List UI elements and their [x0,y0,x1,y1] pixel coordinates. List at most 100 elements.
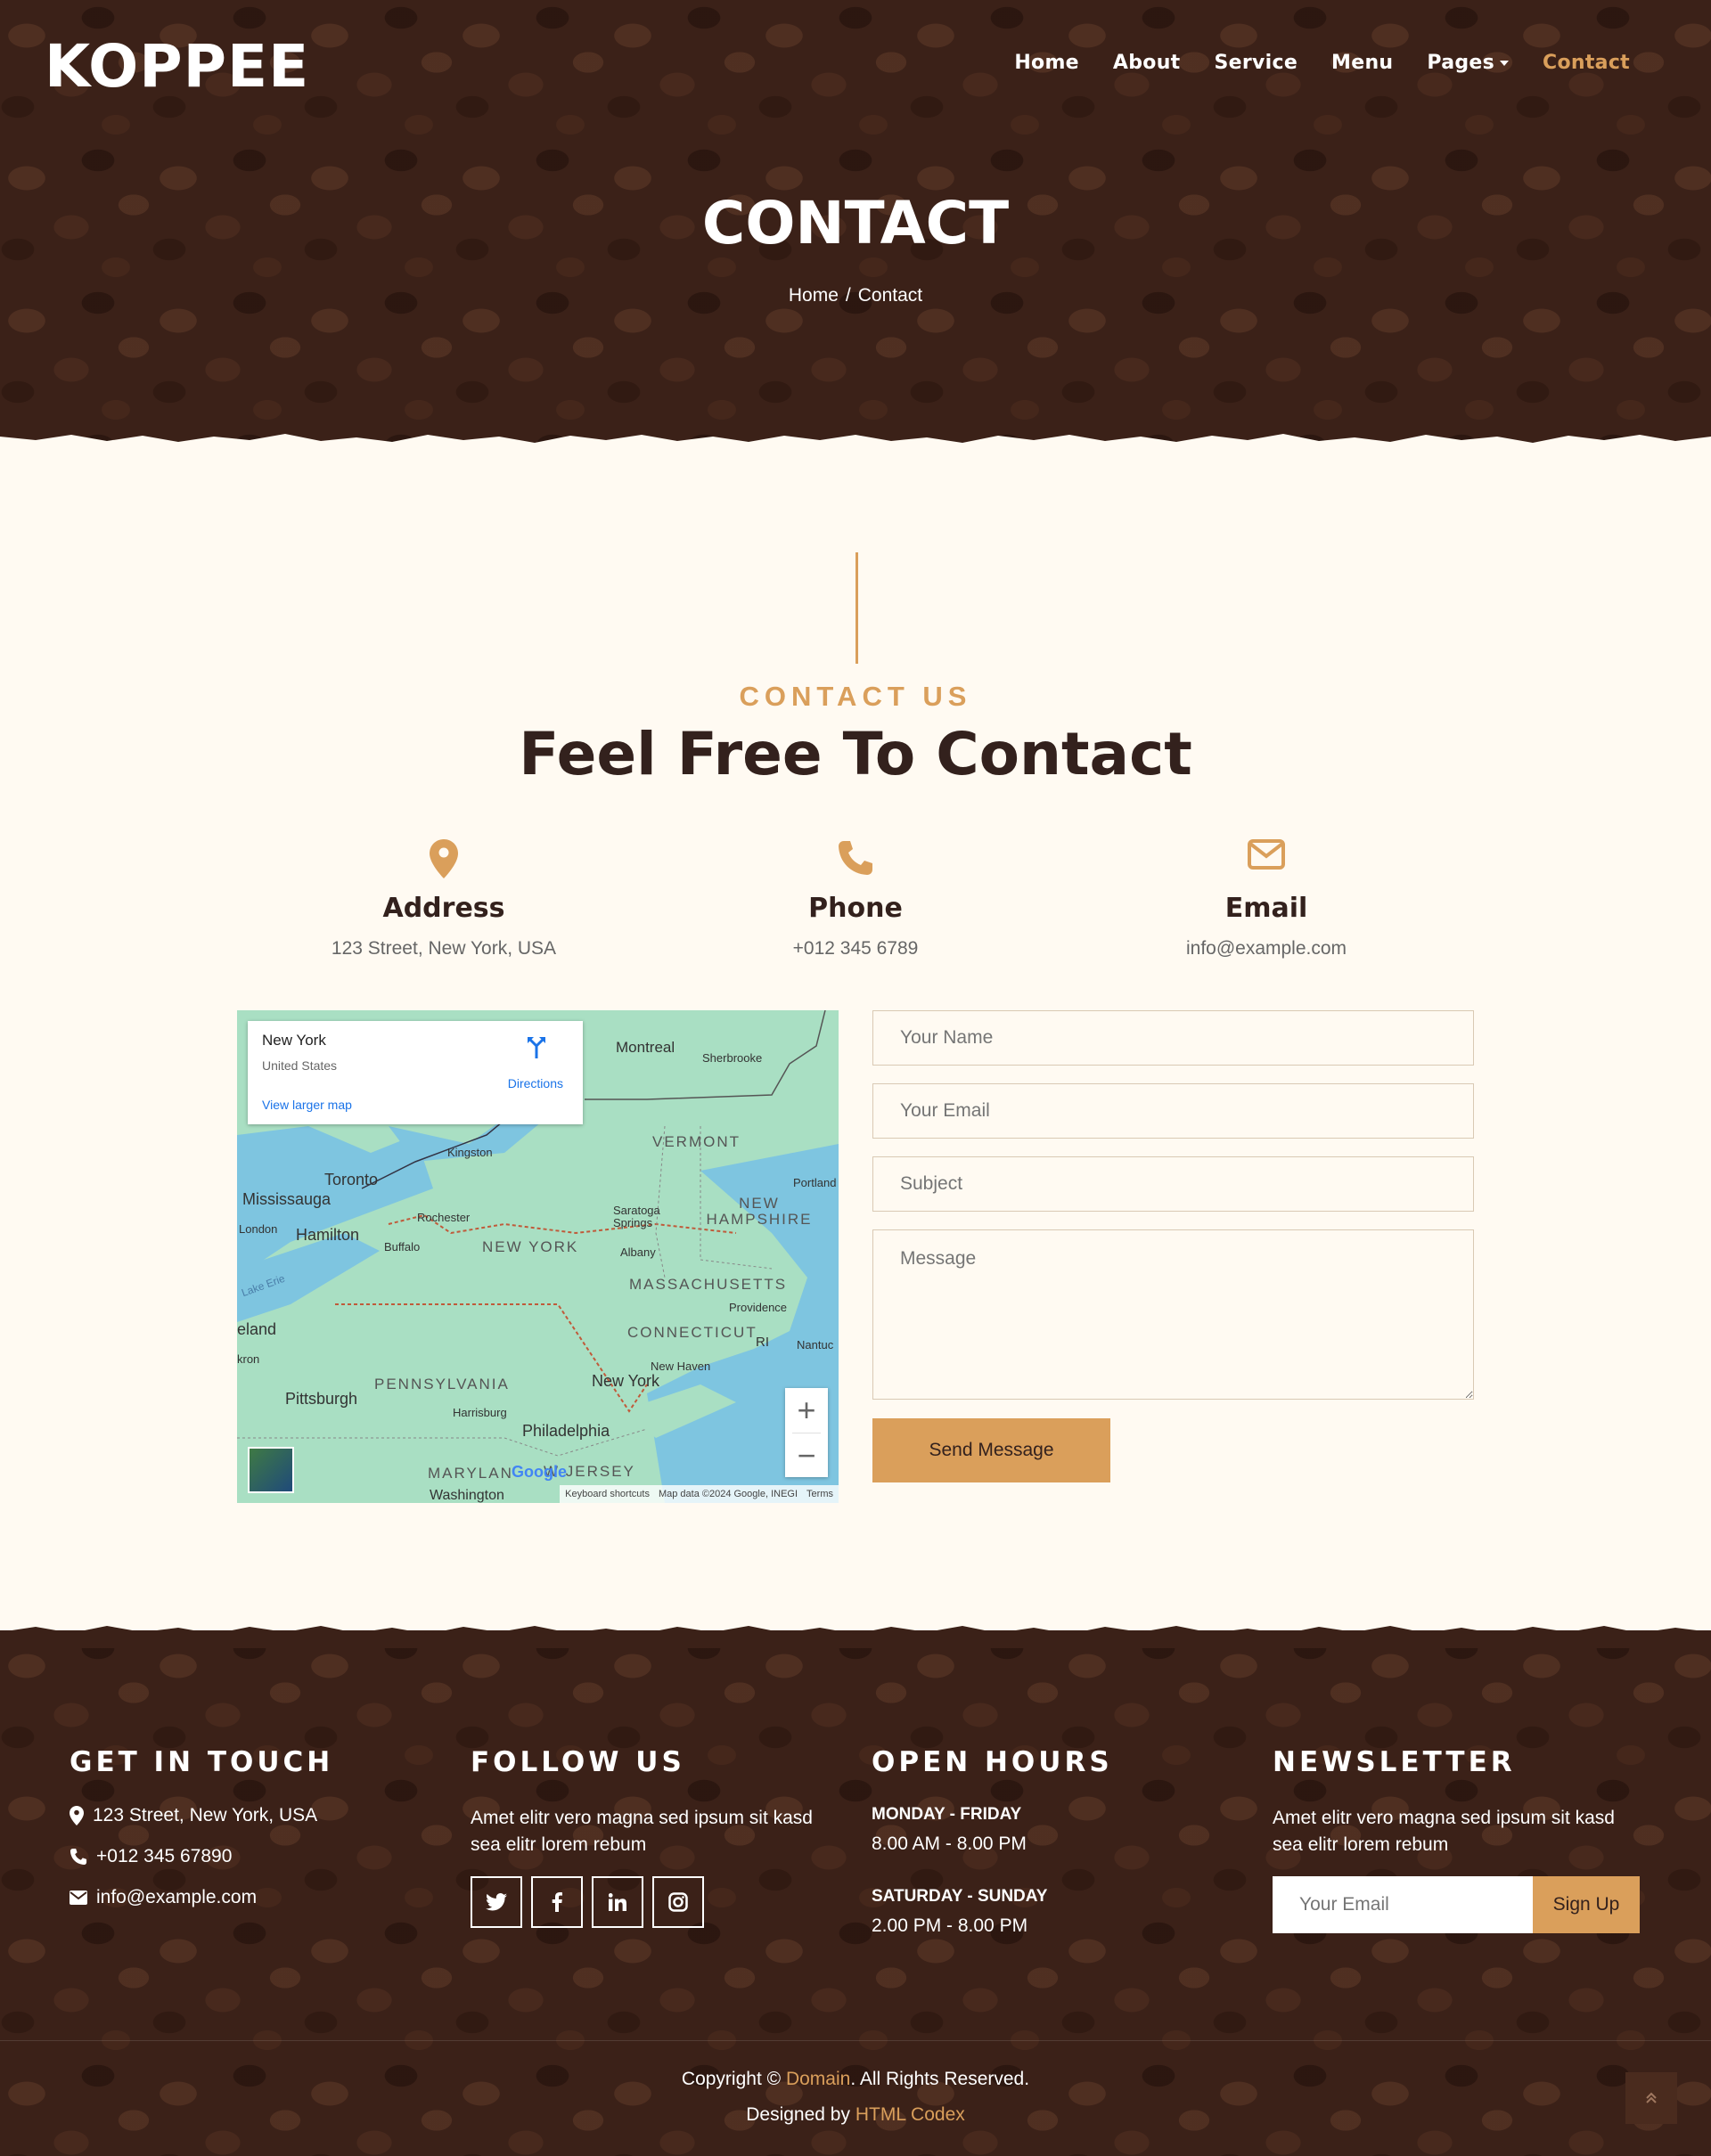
map-label-vermont: VERMONT [652,1133,741,1150]
map-label-harrisburg: Harrisburg [453,1406,507,1419]
email-field[interactable] [872,1083,1474,1139]
footer-touch-title: GET IN TOUCH [70,1746,334,1778]
map-label-toronto: Toronto [324,1171,379,1188]
footer-follow-text: Amet elitr vero magna sed ipsum sit kasd… [471,1808,813,1855]
footer-phone: +012 345 67890 [70,1846,444,1867]
breadcrumb: Home / Contact [0,285,1711,306]
map-layer-toggle[interactable] [248,1447,294,1493]
nav-menu[interactable]: Menu [1331,52,1393,74]
map-marker-icon [430,839,458,878]
phone-info: Phone +012 345 6789 [677,839,1034,960]
address-value: 123 Street, New York, USA [331,938,557,959]
map-label-new-york-state: NEW YORK [482,1238,579,1255]
phone-value: +012 345 6789 [792,938,919,959]
map-label-maryland: MARYLAN [428,1465,513,1482]
torn-paper-edge-footer [0,1626,1711,1648]
send-message-button[interactable]: Send Message [872,1418,1110,1482]
site-logo[interactable]: KOPPEE [45,32,309,101]
nav-home[interactable]: Home [1014,52,1079,74]
zoom-out-button[interactable]: − [785,1433,828,1478]
map-label-philadelphia: Philadelphia [522,1422,610,1440]
address-title: Address [382,893,505,924]
map-label-hamilton: Hamilton [296,1226,360,1244]
page-title: CONTACT [701,189,1010,257]
designed-by: Designed by HTML Codex [0,2104,1711,2126]
email-value: info@example.com [1185,938,1347,959]
copyright-suffix: . All Rights Reserved. [850,2069,1030,2089]
torn-paper-edge [0,434,1711,454]
signup-button[interactable]: Sign Up [1533,1876,1640,1933]
google-logo: Google [512,1463,567,1482]
footer-newsletter-text: Amet elitr vero magna sed ipsum sit kasd… [1273,1808,1615,1855]
message-field[interactable] [872,1229,1474,1400]
email-info: Email info@example.com [1088,839,1445,960]
map-label-saratoga: Saratoga Springs [613,1204,660,1229]
section-divider-line [856,552,858,664]
nav-service[interactable]: Service [1214,52,1298,74]
linkedin-icon[interactable] [592,1876,643,1928]
map-label-buffalo: Buffalo [384,1240,421,1254]
breadcrumb-home[interactable]: Home [789,285,839,306]
designer-link[interactable]: HTML Codex [856,2104,965,2125]
map-label-kingston: Kingston [447,1146,493,1159]
breadcrumb-separator: / [845,285,851,306]
address-info: Address 123 Street, New York, USA [266,839,622,960]
section-title: Feel Free To Contact [519,720,1192,788]
name-field[interactable] [872,1010,1474,1066]
map-label-new-hampshire: NEW HAMPSHIRE [706,1195,813,1228]
newsletter-email-input[interactable] [1273,1876,1533,1933]
copyright: Copyright © Domain. All Rights Reserved. [0,2069,1711,2090]
keyboard-shortcuts-link[interactable]: Keyboard shortcuts [565,1489,650,1499]
double-chevron-up-icon [1646,2092,1657,2103]
footer-email: info@example.com [70,1887,444,1908]
footer-email-text: info@example.com [96,1887,258,1907]
map-label-akron: kron [237,1352,260,1366]
subject-field[interactable] [872,1156,1474,1212]
nav-contact[interactable]: Contact [1543,52,1630,74]
map-label-new-haven: New Haven [651,1360,711,1373]
directions-icon[interactable] [526,1035,547,1058]
twitter-icon[interactable] [471,1876,522,1928]
footer-address: 123 Street, New York, USA [70,1805,444,1826]
breadcrumb-current: Contact [857,285,923,306]
map-label-sherbrooke: Sherbrooke [702,1051,763,1065]
map-label-pennsylvania: PENNSYLVANIA [374,1376,510,1392]
google-map[interactable]: Montreal Sherbrooke VERMONT Kingston Tor… [237,1010,839,1503]
designed-prefix: Designed by [746,2104,850,2125]
copyright-domain-link[interactable]: Domain [786,2069,850,2089]
map-label-mississauga: Mississauga [242,1190,332,1208]
map-label-nantucket: Nantuc [797,1338,834,1352]
phone-title: Phone [808,893,903,924]
map-data-attribution: Map data ©2024 Google, INEGI [658,1489,798,1499]
footer-divider [0,2040,1711,2041]
map-label-ri: RI [756,1335,769,1350]
view-larger-map-link[interactable]: View larger map [262,1098,352,1112]
instagram-icon[interactable] [652,1876,704,1928]
map-label-connecticut: CONNECTICUT [627,1324,757,1341]
phone-icon [839,841,872,875]
nav-pages-dropdown[interactable]: Pages [1427,52,1510,74]
map-zoom-control: + − [785,1388,828,1477]
nav-pages-label: Pages [1427,52,1495,74]
facebook-icon[interactable] [531,1876,583,1928]
nav-about[interactable]: About [1113,52,1181,74]
google-logo-text: Google [512,1463,567,1481]
map-label-pittsburgh: Pittsburgh [285,1390,358,1408]
map-label-portland: Portland [793,1176,837,1189]
map-label-rochester: Rochester [417,1211,471,1224]
map-attribution-bar: Keyboard shortcuts Map data ©2024 Google… [560,1485,839,1503]
directions-link[interactable]: Directions [508,1076,563,1090]
map-label-albany: Albany [620,1245,656,1259]
map-terms-link[interactable]: Terms [806,1489,833,1499]
map-place-card: New York United States View larger map D… [248,1021,583,1124]
main-nav: Home About Service Menu Pages Contact [1014,52,1630,74]
weekend-hours: 2.00 PM - 8.00 PM [872,1915,1028,1936]
back-to-top-button[interactable] [1625,2072,1677,2124]
weekend-label: SATURDAY - SUNDAY [872,1887,1048,1906]
map-label-montreal: Montreal [616,1039,675,1056]
zoom-in-button[interactable]: + [785,1388,828,1433]
map-marker-icon [70,1806,84,1825]
footer-newsletter-column: NEWSLETTER Amet elitr vero magna sed ips… [1273,1746,1647,1933]
footer-hours-title: OPEN HOURS [872,1746,1113,1778]
map-label-london: London [239,1222,278,1236]
